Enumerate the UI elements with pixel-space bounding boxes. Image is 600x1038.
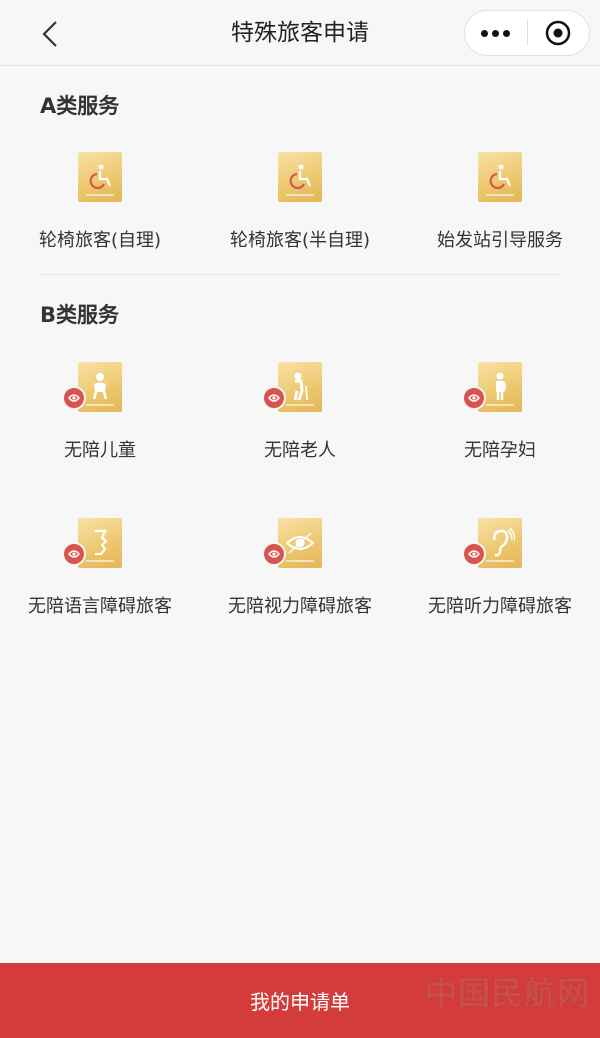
service-wheelchair-semi[interactable]: 轮椅旅客(半自理) [200,152,400,262]
service-label: 无陪儿童 [64,440,136,461]
service-badge [78,152,122,202]
service-label: 始发站引导服务 [437,230,563,251]
service-badge [62,362,122,412]
service-label: 无陪语言障碍旅客 [28,596,172,617]
unaccompanied-icon [462,386,486,410]
watermark: 中国民航网 [424,974,590,1013]
service-label: 轮椅旅客(半自理) [229,230,371,251]
more-button[interactable] [465,11,527,55]
unaccompanied-icon [262,542,286,566]
wheelchair-icon [78,152,122,202]
unaccompanied-icon [462,542,486,566]
section-divider [40,274,560,275]
unaccompanied-icon [262,386,286,410]
unaccompanied-icon [62,542,86,566]
service-badge [262,518,322,568]
service-unaccompanied-elderly[interactable]: 无陪老人 [200,362,400,472]
service-departure-guide[interactable]: 始发站引导服务 [400,152,600,262]
elderly-icon [278,362,322,412]
pregnant-woman-icon [478,362,522,412]
service-unaccompanied-child[interactable]: 无陪儿童 [0,362,200,472]
more-dots-icon [481,29,511,37]
service-badge [478,152,522,202]
close-button[interactable] [527,11,589,55]
service-unaccompanied-visual[interactable]: 无陪视力障碍旅客 [200,518,400,628]
service-badge [462,362,522,412]
back-button[interactable] [30,14,70,54]
service-label: 轮椅旅客(自理) [38,230,162,251]
service-unaccompanied-hearing[interactable]: 无陪听力障碍旅客 [400,518,600,628]
hearing-impairment-icon [478,518,522,568]
service-wheelchair-self[interactable]: 轮椅旅客(自理) [0,152,200,262]
service-badge [278,152,322,202]
service-unaccompanied-pregnant[interactable]: 无陪孕妇 [400,362,600,472]
wheelchair-icon [478,152,522,202]
child-icon [78,362,122,412]
unaccompanied-icon [62,386,86,410]
my-applications-label: 我的申请单 [250,990,350,1014]
service-unaccompanied-speech[interactable]: 无陪语言障碍旅客 [0,518,200,628]
section-b-title: B类服务 [40,303,120,327]
mini-program-capsule [464,10,590,56]
speech-impairment-icon [78,518,122,568]
service-badge [62,518,122,568]
service-label: 无陪听力障碍旅客 [428,596,572,617]
navigation-bar: 特殊旅客申请 [0,0,600,66]
wheelchair-icon [278,152,322,202]
target-circle-icon [545,20,571,46]
service-label: 无陪老人 [264,440,336,461]
service-label: 无陪视力障碍旅客 [228,596,372,617]
section-a-title: A类服务 [40,94,120,118]
service-badge [462,518,522,568]
service-badge [262,362,322,412]
chevron-left-icon [42,21,57,47]
service-label: 无陪孕妇 [464,440,536,461]
visual-impairment-icon [278,518,322,568]
